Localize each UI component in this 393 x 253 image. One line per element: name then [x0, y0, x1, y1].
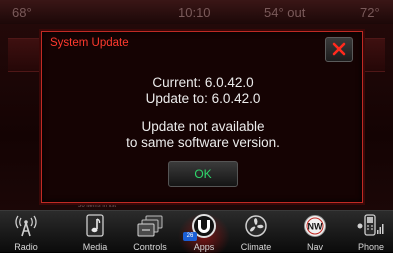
status-bar: 68° 10:10 54° out 72° [0, 0, 393, 24]
outside-temp: 54° out [264, 5, 306, 20]
message-line-2: to same software version. [126, 135, 280, 150]
apps-badge: 26 [183, 232, 197, 241]
bottom-nav-dock: Radio Media Controls 26 Apps Climate NW … [0, 210, 393, 253]
dock-label-controls: Controls [133, 242, 167, 252]
controls-icon [137, 215, 163, 237]
cabin-temp-right: 72° [360, 5, 380, 20]
dock-label-apps: Apps [193, 242, 215, 252]
system-update-dialog: System Update Current: 6.0.42.0 Update t… [41, 31, 363, 203]
dock-label-nav: Nav [306, 242, 323, 252]
current-version-text: Current: 6.0.42.0 [152, 75, 254, 90]
dock-item-apps[interactable]: 26 Apps [176, 211, 232, 253]
cabin-temp-left: 68° [12, 5, 32, 20]
close-button[interactable] [325, 37, 353, 62]
clock: 10:10 [178, 5, 211, 20]
dock-label-phone: Phone [357, 242, 385, 252]
dock-item-media[interactable]: Media [67, 211, 123, 253]
close-icon [332, 42, 346, 56]
climate-fan-icon [245, 215, 267, 237]
dock-item-radio[interactable]: Radio [0, 211, 54, 253]
compass-nw-icon: NW [304, 215, 326, 237]
dock-label-media: Media [82, 242, 108, 252]
music-note-icon [86, 214, 104, 237]
dock-item-phone[interactable]: Phone [343, 211, 393, 253]
dock-item-controls[interactable]: Controls [122, 211, 178, 253]
message-line-1: Update not available [141, 119, 265, 134]
radio-tower-icon [15, 215, 37, 237]
dock-item-nav[interactable]: NW Nav [287, 211, 343, 253]
ok-button[interactable]: OK [168, 161, 238, 187]
dock-item-climate[interactable]: Climate [228, 211, 284, 253]
dialog-title: System Update [50, 37, 129, 49]
dock-label-radio: Radio [14, 242, 38, 252]
phone-icon [357, 214, 384, 236]
compass-text: NW [308, 222, 323, 232]
dock-label-climate: Climate [240, 242, 272, 252]
background-status-text: 36 items in list [78, 203, 117, 209]
update-version-text: Update to: 6.0.42.0 [145, 91, 261, 106]
